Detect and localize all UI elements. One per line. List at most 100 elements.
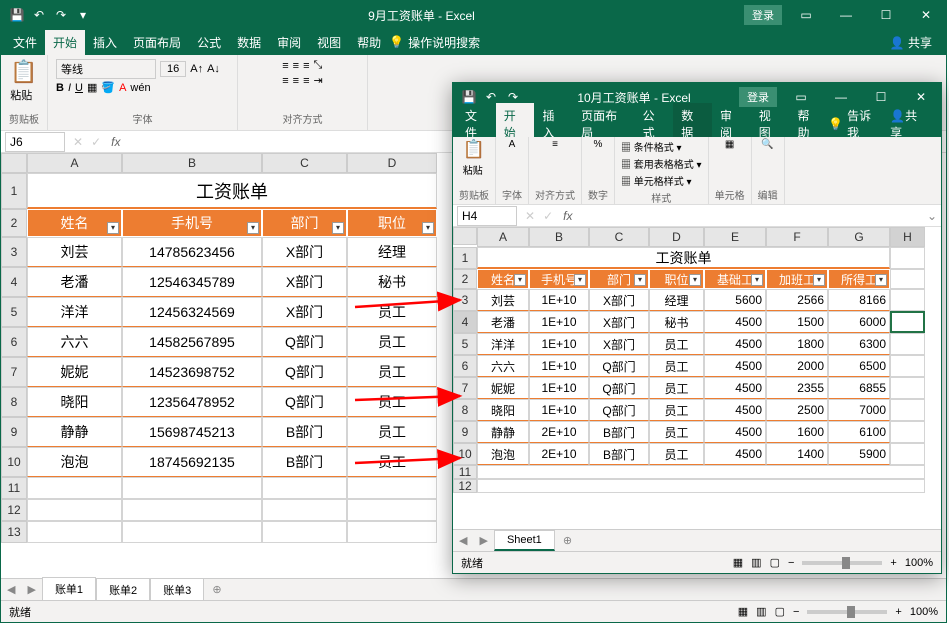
shrink-font-icon[interactable]: A↓ (207, 63, 220, 75)
cell-style[interactable]: ▦ 单元格样式 ▾ (621, 173, 692, 188)
row-7[interactable]: 7 (1, 357, 27, 387)
data-cell[interactable]: Q部门 (589, 399, 649, 421)
data-cell[interactable]: Q部门 (589, 355, 649, 377)
data-cell[interactable]: 6300 (828, 333, 890, 355)
data-cell[interactable]: 员工 (347, 297, 437, 327)
filter-icon[interactable]: ▾ (332, 222, 344, 234)
zoom-slider[interactable] (807, 610, 887, 614)
data-cell[interactable]: 5600 (704, 289, 766, 311)
tab-home[interactable]: 开始 (45, 30, 85, 55)
data-cell[interactable]: X部门 (262, 297, 347, 327)
header-cell[interactable]: 加班工▾ (766, 269, 828, 289)
cancel-icon[interactable]: ✕ (521, 209, 539, 223)
cond-format[interactable]: ▦ 条件格式 ▾ (621, 139, 682, 154)
maximize-icon[interactable]: ☐ (861, 90, 901, 104)
data-cell[interactable] (890, 311, 925, 333)
tab-nav-next-icon[interactable]: ▶ (21, 583, 41, 596)
data-cell[interactable]: 4500 (704, 399, 766, 421)
ribbon-options-icon[interactable]: ▭ (781, 90, 821, 104)
new-sheet-icon[interactable]: ⊕ (555, 534, 580, 547)
data-cell[interactable]: 1800 (766, 333, 828, 355)
tab-formulas[interactable]: 公式 (189, 30, 229, 55)
data-cell[interactable] (890, 399, 925, 421)
grid[interactable]: 工资账单 姓名▾手机号▾部门▾职位▾ 刘芸14785623456X部门经理老潘1… (27, 173, 437, 543)
zoom-level[interactable]: 100% (910, 606, 938, 618)
data-cell[interactable]: 员工 (649, 377, 704, 399)
data-cell[interactable]: 经理 (347, 237, 437, 267)
row-13[interactable]: 13 (1, 521, 27, 543)
data-cell[interactable]: 静静 (477, 421, 529, 443)
data-cell[interactable]: 4500 (704, 421, 766, 443)
data-cell[interactable]: 老潘 (477, 311, 529, 333)
data-cell[interactable] (890, 377, 925, 399)
data-cell[interactable]: 8166 (828, 289, 890, 311)
data-cell[interactable]: 1E+10 (529, 289, 589, 311)
col-D[interactable]: D (347, 153, 437, 173)
filter-icon[interactable]: ▾ (422, 222, 434, 234)
data-cell[interactable]: 刘芸 (27, 237, 122, 267)
col-D[interactable]: D (649, 227, 704, 247)
data-cell[interactable]: 老潘 (27, 267, 122, 297)
data-cell[interactable]: X部门 (262, 237, 347, 267)
font-name[interactable]: 等线 (56, 59, 156, 79)
data-cell[interactable]: 15698745213 (122, 417, 262, 447)
header-cell[interactable]: 基础工▾ (704, 269, 766, 289)
data-cell[interactable]: 1400 (766, 443, 828, 465)
name-box[interactable]: J6 (5, 132, 65, 152)
header-cell[interactable]: 职位▾ (649, 269, 704, 289)
bold-icon[interactable]: B (56, 82, 64, 94)
row-12[interactable]: 12 (1, 499, 27, 521)
ribbon-options-icon[interactable]: ▭ (786, 8, 826, 22)
cancel-icon[interactable]: ✕ (69, 135, 87, 149)
sheet-tab-1[interactable]: Sheet1 (494, 530, 555, 551)
table-format[interactable]: ▦ 套用表格格式 ▾ (621, 156, 702, 171)
phonetic-icon[interactable]: wén (130, 82, 150, 94)
header-cell[interactable]: 职位▾ (347, 209, 437, 237)
row-8[interactable]: 8 (1, 387, 27, 417)
zoom-in-icon[interactable]: + (895, 606, 901, 618)
data-cell[interactable]: 晓阳 (477, 399, 529, 421)
data-cell[interactable]: Q部门 (262, 327, 347, 357)
data-cell[interactable]: 员工 (347, 327, 437, 357)
tell-me[interactable]: 💡 操作说明搜索 (389, 34, 480, 51)
indent-icon[interactable]: ⇥ (314, 74, 323, 87)
data-cell[interactable]: X部门 (589, 311, 649, 333)
font-size[interactable]: 16 (160, 61, 186, 77)
data-cell[interactable]: B部门 (262, 417, 347, 447)
undo-icon[interactable]: ↶ (31, 8, 47, 22)
data-cell[interactable]: 秘书 (649, 311, 704, 333)
qat-more-icon[interactable]: ▾ (75, 8, 91, 22)
view-pagelayout-icon[interactable]: ▥ (751, 556, 761, 569)
data-cell[interactable]: 静静 (27, 417, 122, 447)
tab-file[interactable]: 文件 (5, 30, 45, 55)
filter-icon[interactable]: ▾ (574, 274, 586, 286)
row-9[interactable]: 9 (453, 421, 477, 443)
view-normal-icon[interactable]: ▦ (738, 605, 748, 618)
edit-icon[interactable]: 🔍 (761, 139, 773, 150)
row-5[interactable]: 5 (1, 297, 27, 327)
filter-icon[interactable]: ▾ (813, 274, 825, 286)
row-11[interactable]: 11 (1, 477, 27, 499)
tab-nav-prev-icon[interactable]: ◀ (453, 534, 473, 547)
share-button[interactable]: 👤共享 (880, 107, 937, 141)
row-4[interactable]: 4 (1, 267, 27, 297)
data-cell[interactable]: 4500 (704, 311, 766, 333)
data-cell[interactable]: Q部门 (262, 387, 347, 417)
data-cell[interactable]: 5900 (828, 443, 890, 465)
col-C[interactable]: C (262, 153, 347, 173)
title-cell[interactable]: 工资账单 (477, 247, 890, 269)
row-6[interactable]: 6 (1, 327, 27, 357)
select-all-corner[interactable] (1, 153, 27, 173)
row-10[interactable]: 10 (453, 443, 477, 465)
zoom-out-icon[interactable]: − (793, 606, 799, 618)
redo-icon[interactable]: ↷ (53, 8, 69, 22)
data-cell[interactable]: 经理 (649, 289, 704, 311)
share-button[interactable]: 👤 共享 (880, 34, 942, 51)
data-cell[interactable] (890, 289, 925, 311)
data-cell[interactable]: 6855 (828, 377, 890, 399)
data-cell[interactable]: X部门 (589, 333, 649, 355)
data-cell[interactable] (890, 421, 925, 443)
row-1[interactable]: 1 (1, 173, 27, 209)
filter-icon[interactable]: ▾ (107, 222, 119, 234)
filter-icon[interactable]: ▾ (514, 274, 526, 286)
